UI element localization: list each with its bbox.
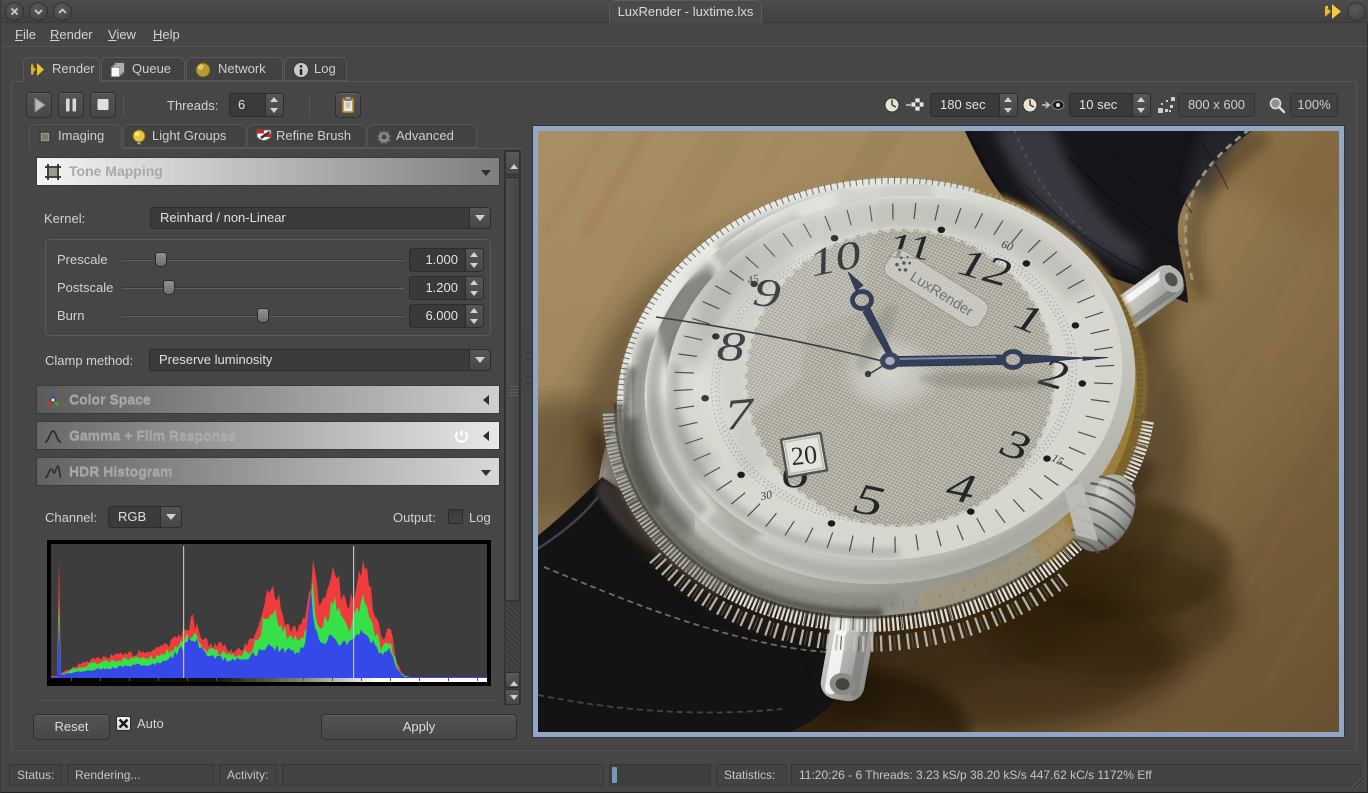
svg-text:20: 20	[790, 440, 819, 472]
